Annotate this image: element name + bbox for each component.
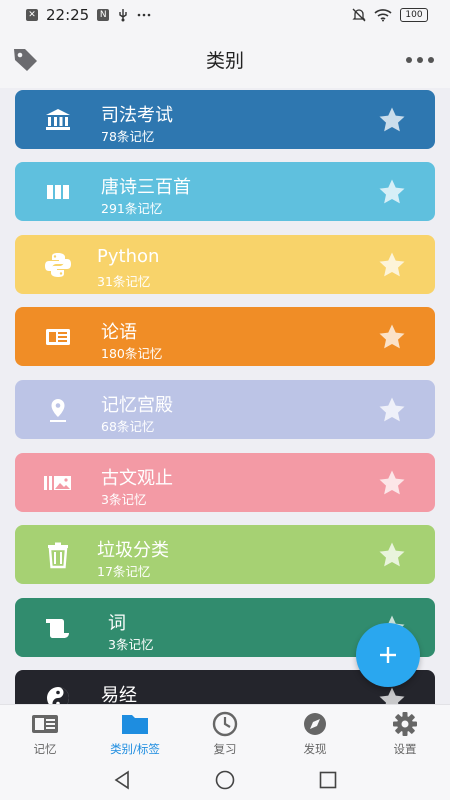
category-card[interactable]: Python 31条记忆 <box>15 235 435 294</box>
nav-item-categories[interactable]: 类别/标签 <box>90 705 180 760</box>
bottom-nav: 记忆 类别/标签 复习 发现 设置 <box>0 704 450 760</box>
more-dots-icon <box>137 13 151 17</box>
nfc-icon: N <box>97 9 110 21</box>
category-card[interactable]: 唐诗三百首 291条记忆 <box>15 162 435 221</box>
trash-icon <box>48 542 68 569</box>
category-count: 180条记忆 <box>101 346 163 361</box>
category-list[interactable]: 司法考试 78条记忆 唐诗三百首 291条记忆 Python 31条记忆 论语 … <box>0 88 450 704</box>
category-title: 司法考试 <box>101 105 173 126</box>
bank-icon <box>46 109 70 130</box>
category-count: 17条记忆 <box>97 564 151 579</box>
yin-yang-icon <box>47 687 69 704</box>
more-dot <box>428 57 434 63</box>
nav-label: 类别/标签 <box>110 742 160 756</box>
nav-label: 设置 <box>393 742 417 756</box>
category-count: 3条记忆 <box>101 492 147 507</box>
map-pin-icon <box>50 399 66 422</box>
close-box-icon: ✕ <box>26 9 38 21</box>
category-count: 291条记忆 <box>101 201 163 216</box>
category-title: 记忆宫殿 <box>101 395 173 416</box>
newspaper-icon <box>46 329 70 345</box>
nav-item-review[interactable]: 复习 <box>180 705 270 760</box>
nav-label: 记忆 <box>33 742 57 756</box>
recents-icon[interactable] <box>317 769 339 791</box>
category-count: 3条记忆 <box>108 637 154 652</box>
gear-icon <box>393 712 417 736</box>
star-icon[interactable] <box>377 685 407 704</box>
more-options-button[interactable] <box>406 57 434 63</box>
category-card[interactable]: 司法考试 78条记忆 <box>15 90 435 149</box>
more-dot <box>417 57 423 63</box>
folder-icon <box>122 715 148 734</box>
nav-item-memory[interactable]: 记忆 <box>0 705 90 760</box>
category-card[interactable]: 记忆宫殿 68条记忆 <box>15 380 435 439</box>
scroll-icon <box>46 619 69 638</box>
star-icon[interactable] <box>377 177 407 207</box>
app-header: 类别 <box>0 30 450 88</box>
battery-indicator: 100 <box>400 8 428 22</box>
star-icon[interactable] <box>377 322 407 352</box>
category-card[interactable]: 古文观止 3条记忆 <box>15 453 435 512</box>
nav-item-discover[interactable]: 发现 <box>270 705 360 760</box>
star-icon[interactable] <box>377 250 407 280</box>
nav-label: 发现 <box>303 742 327 756</box>
category-count: 68条记忆 <box>101 419 155 434</box>
category-title: 古文观止 <box>101 468 173 489</box>
mute-icon <box>352 8 366 22</box>
star-icon[interactable] <box>377 105 407 135</box>
star-icon[interactable] <box>377 395 407 425</box>
clock-icon <box>212 711 238 737</box>
category-card[interactable]: 论语 180条记忆 <box>15 307 435 366</box>
usb-icon <box>119 9 127 22</box>
compass-icon <box>304 713 326 735</box>
category-title: 论语 <box>101 322 137 343</box>
category-count: 78条记忆 <box>101 129 155 144</box>
category-title: 易经 <box>101 685 137 704</box>
tag-icon[interactable] <box>12 46 40 72</box>
category-title: Python <box>97 246 160 267</box>
nav-label: 复习 <box>213 742 237 756</box>
nav-item-settings[interactable]: 设置 <box>360 705 450 760</box>
star-icon[interactable] <box>377 468 407 498</box>
category-title: 垃圾分类 <box>97 540 169 561</box>
page-title: 类别 <box>205 49 244 72</box>
back-icon[interactable] <box>111 769 133 791</box>
python-icon <box>45 253 71 277</box>
more-dot <box>406 57 412 63</box>
category-card[interactable]: 垃圾分类 17条记忆 <box>15 525 435 584</box>
wifi-icon <box>374 9 392 22</box>
add-category-button[interactable] <box>356 623 420 687</box>
category-count: 31条记忆 <box>97 274 151 289</box>
category-title: 唐诗三百首 <box>101 177 191 198</box>
system-nav-bar <box>0 760 450 800</box>
gallery-icon <box>44 476 71 490</box>
card-icon <box>32 715 58 733</box>
category-title: 词 <box>108 613 126 634</box>
columns-icon <box>47 185 69 199</box>
home-icon[interactable] <box>214 769 236 791</box>
plus-icon <box>380 647 396 663</box>
star-icon[interactable] <box>377 540 407 570</box>
status-bar: ✕ 22:25 N 100 <box>0 0 450 30</box>
status-time: 22:25 <box>46 6 90 24</box>
